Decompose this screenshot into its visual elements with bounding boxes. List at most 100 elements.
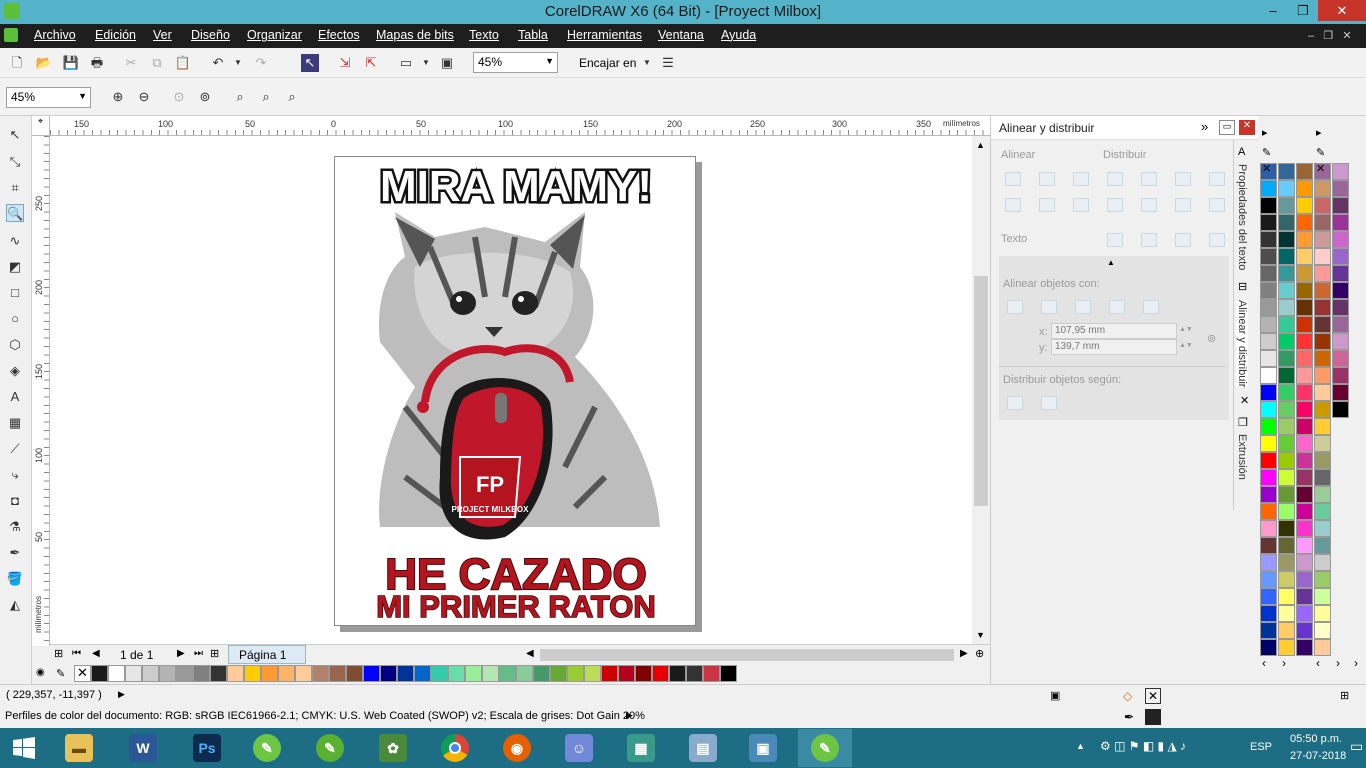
- palette-v-swatch[interactable]: [1314, 503, 1331, 520]
- palette-v-swatch[interactable]: [1314, 282, 1331, 299]
- palette-v-swatch[interactable]: [1296, 622, 1313, 639]
- palette-v-swatch[interactable]: [1314, 469, 1331, 486]
- rectangle-tool-icon[interactable]: □: [6, 284, 24, 302]
- status-expand-icon[interactable]: ⊞: [1340, 689, 1349, 702]
- palette-v-swatch[interactable]: [1296, 384, 1313, 401]
- palette-v-swatch[interactable]: [1260, 197, 1277, 214]
- palette-v-swatch[interactable]: [1260, 180, 1277, 197]
- hscroll-right-icon[interactable]: ▶: [960, 648, 968, 659]
- palette-v-swatch[interactable]: [1296, 282, 1313, 299]
- align-grid-icon[interactable]: [1109, 300, 1125, 314]
- palette-v-swatch[interactable]: [1296, 639, 1313, 656]
- lock-icon[interactable]: ⊚: [1207, 332, 1216, 345]
- palette-v-swatch[interactable]: [1314, 537, 1331, 554]
- palette-v-swatch[interactable]: [1314, 486, 1331, 503]
- tab-close-icon[interactable]: ✕: [1240, 394, 1249, 407]
- extrusion-tab-icon[interactable]: ❒: [1238, 416, 1248, 429]
- menu-mapas-de-bits[interactable]: Mapas de bits: [376, 28, 454, 42]
- new-icon[interactable]: 🗋: [8, 54, 26, 72]
- palette-swatch[interactable]: [550, 665, 567, 682]
- palette-scroll-icon[interactable]: ◉: [36, 667, 45, 678]
- fill-color-swatch[interactable]: ✕: [1145, 688, 1161, 704]
- last-page-icon[interactable]: ⏭: [194, 648, 203, 659]
- align-tab-icon[interactable]: ⊟: [1238, 280, 1247, 293]
- palette-swatch[interactable]: [431, 665, 448, 682]
- palette-swatch[interactable]: [346, 665, 363, 682]
- fill-indicator-icon[interactable]: ◇: [1123, 689, 1132, 703]
- redo-icon[interactable]: ↷: [252, 54, 270, 72]
- palette-v-swatch[interactable]: [1278, 622, 1295, 639]
- scroll-thumb[interactable]: [974, 276, 988, 506]
- tray-language[interactable]: ESP: [1250, 741, 1272, 753]
- y-spinner-icon[interactable]: ▲▼: [1179, 342, 1193, 349]
- palette-v-swatch[interactable]: [1260, 401, 1277, 418]
- taskbar-blocks[interactable]: ▦: [614, 729, 668, 767]
- palette-v-swatch[interactable]: [1260, 418, 1277, 435]
- text-align-outline-icon[interactable]: [1209, 233, 1225, 247]
- palette-v-swatch[interactable]: [1278, 435, 1295, 452]
- palette-v-swatch[interactable]: [1314, 333, 1331, 350]
- taskbar-corel-paint[interactable]: ✿: [366, 729, 420, 767]
- palette-v-swatch[interactable]: [1332, 231, 1349, 248]
- distribute-page-extent-icon[interactable]: [1041, 396, 1057, 410]
- palette-swatch[interactable]: [329, 665, 346, 682]
- palette-v-swatch[interactable]: [1332, 265, 1349, 282]
- palette-scroll-icon[interactable]: ›: [1282, 656, 1286, 670]
- palette-v-swatch[interactable]: [1296, 316, 1313, 333]
- doc-icon[interactable]: [4, 28, 18, 42]
- tray-icons[interactable]: ⚙ ◫ ⚑ ◧ ▮ ◮ ♪: [1100, 739, 1186, 753]
- polygon-tool-icon[interactable]: ⬡: [6, 336, 24, 354]
- text-tool-icon[interactable]: A: [6, 388, 24, 406]
- palette-swatch[interactable]: [193, 665, 210, 682]
- palette-v-swatch[interactable]: [1314, 622, 1331, 639]
- smart-fill-tool-icon[interactable]: ◩: [6, 258, 24, 276]
- taskbar-discord[interactable]: ☺: [552, 729, 606, 767]
- zoom-page-width-icon[interactable]: ⌕: [257, 88, 275, 106]
- palette-v-swatch[interactable]: [1278, 452, 1295, 469]
- palette-v-swatch[interactable]: [1332, 350, 1349, 367]
- palette-scroll-icon[interactable]: ‹: [1262, 656, 1266, 670]
- palette-v-swatch[interactable]: [1260, 214, 1277, 231]
- zoom-selected-icon[interactable]: ⊙: [170, 88, 188, 106]
- palette-swatch[interactable]: [618, 665, 635, 682]
- palette-swatch[interactable]: [363, 665, 380, 682]
- palette-scroll-icon[interactable]: ›: [1336, 656, 1340, 670]
- palette-v-swatch[interactable]: [1278, 163, 1295, 180]
- palette-v-swatch[interactable]: [1260, 384, 1277, 401]
- menu-edicion[interactable]: Edición: [95, 28, 136, 42]
- palette-v-swatch[interactable]: [1278, 316, 1295, 333]
- menu-organizar[interactable]: Organizar: [247, 28, 302, 42]
- palette-v-swatch[interactable]: [1278, 418, 1295, 435]
- align-bottom-icon[interactable]: [1073, 198, 1089, 212]
- palette-v-swatch[interactable]: [1260, 537, 1277, 554]
- print-icon[interactable]: 🖶: [88, 54, 106, 72]
- palette-v-swatch[interactable]: [1278, 231, 1295, 248]
- palette-v-swatch[interactable]: [1278, 401, 1295, 418]
- export-icon[interactable]: ⇱: [362, 54, 380, 72]
- minimize-button[interactable]: –: [1258, 0, 1288, 21]
- tab-text-properties[interactable]: Propiedades del texto: [1236, 164, 1248, 270]
- palette-v-swatch[interactable]: [1314, 367, 1331, 384]
- zoom-in-icon[interactable]: ⊕: [109, 88, 127, 106]
- menu-ayuda[interactable]: Ayuda: [721, 28, 756, 42]
- palette-v-swatch[interactable]: [1332, 367, 1349, 384]
- palette-swatch[interactable]: [720, 665, 737, 682]
- palette-v-swatch[interactable]: [1314, 554, 1331, 571]
- palette-swatch[interactable]: [227, 665, 244, 682]
- outline-color-swatch[interactable]: [1145, 709, 1161, 725]
- taskbar-coreldraw[interactable]: ✎: [240, 729, 294, 767]
- distribute-spacing-v-icon[interactable]: [1209, 198, 1225, 212]
- palette-v-swatch[interactable]: [1314, 588, 1331, 605]
- connector-tool-icon[interactable]: ⤷: [6, 466, 24, 484]
- maximize-button[interactable]: ❐: [1288, 0, 1318, 21]
- distribute-left-icon[interactable]: [1107, 172, 1123, 186]
- palette-swatch[interactable]: [635, 665, 652, 682]
- palette-v-swatch[interactable]: [1296, 197, 1313, 214]
- horizontal-ruler[interactable]: 150 100 50 0 50 100 150 200 250 300 350 …: [50, 116, 990, 136]
- x-input[interactable]: 107,95 mm: [1051, 323, 1177, 339]
- y-input[interactable]: 139,7 mm: [1051, 339, 1177, 355]
- palette-swatch[interactable]: [380, 665, 397, 682]
- palette-v-swatch[interactable]: [1332, 248, 1349, 265]
- palette-swatch[interactable]: [244, 665, 261, 682]
- tray-expand-icon[interactable]: ▲: [1076, 741, 1085, 751]
